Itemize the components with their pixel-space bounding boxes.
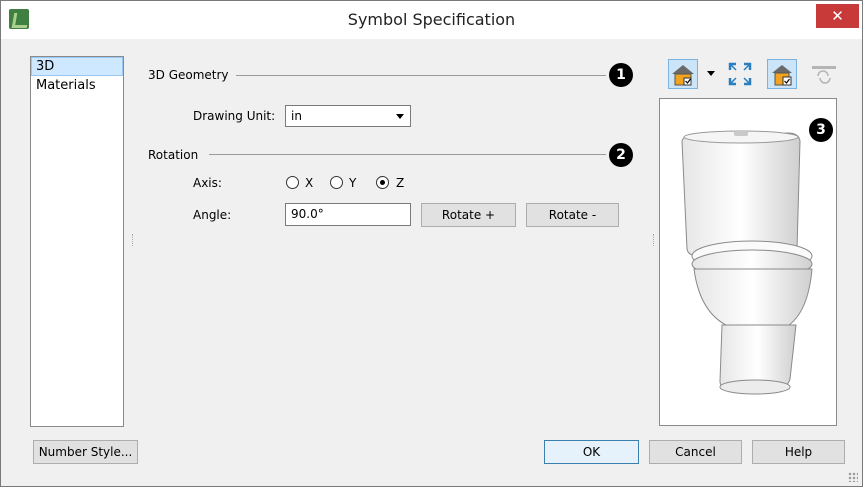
callout-1: 1 (609, 63, 633, 87)
resize-grip-icon[interactable] (848, 472, 858, 482)
axis-x-label: X (305, 176, 314, 190)
axis-x-radio[interactable] (286, 176, 299, 189)
rotation-section-label: Rotation (148, 148, 199, 162)
fill-window-icon (728, 62, 752, 86)
view-mode-button[interactable] (668, 59, 698, 89)
drawing-unit-label: Drawing Unit: (193, 109, 276, 123)
close-button[interactable]: ✕ (816, 4, 859, 28)
angle-input[interactable]: 90.0° (285, 203, 411, 226)
title-bar[interactable]: Symbol Specification ✕ (1, 1, 862, 39)
axis-z-label: Z (396, 176, 405, 190)
render-toggle-button[interactable] (767, 59, 797, 89)
reset-rotation-button[interactable] (809, 59, 839, 89)
axis-y-radio[interactable] (330, 176, 343, 189)
angle-label: Angle: (193, 208, 232, 222)
splitter-grip-left[interactable] (132, 234, 134, 246)
rotate-plus-button[interactable]: Rotate + (421, 203, 516, 227)
fill-window-button[interactable] (725, 59, 755, 89)
chevron-down-icon (396, 114, 404, 119)
view-mode-icon (672, 65, 694, 86)
category-list: 3D Materials (30, 56, 124, 427)
category-item-3d[interactable]: 3D (31, 57, 123, 76)
callout-2: 2 (609, 143, 633, 167)
drawing-unit-select[interactable]: in (285, 105, 411, 127)
cancel-button[interactable]: Cancel (649, 440, 742, 464)
geometry-section-label: 3D Geometry (148, 68, 229, 82)
geometry-divider (236, 75, 606, 76)
help-button[interactable]: Help (752, 440, 845, 464)
render-toggle-icon (772, 65, 792, 86)
rotate-minus-button[interactable]: Rotate - (526, 203, 619, 227)
view-mode-dropdown-icon[interactable] (707, 71, 715, 76)
drawing-unit-value: in (291, 109, 302, 123)
ok-button[interactable]: OK (544, 440, 639, 464)
window-title: Symbol Specification (347, 10, 516, 29)
callout-3: 3 (809, 118, 833, 142)
toilet-preview-image (681, 130, 813, 395)
reset-rotation-icon (812, 66, 836, 84)
category-item-materials[interactable]: Materials (31, 76, 123, 95)
axis-label: Axis: (193, 176, 222, 190)
rotation-divider (209, 154, 606, 155)
splitter-grip-right[interactable] (653, 234, 655, 246)
dialog-window: Symbol Specification ✕ 3D Materials 3D G… (0, 0, 863, 487)
axis-z-radio[interactable] (376, 176, 389, 189)
number-style-button[interactable]: Number Style... (33, 440, 138, 464)
axis-y-label: Y (349, 176, 357, 190)
preview-panel[interactable] (659, 98, 837, 426)
